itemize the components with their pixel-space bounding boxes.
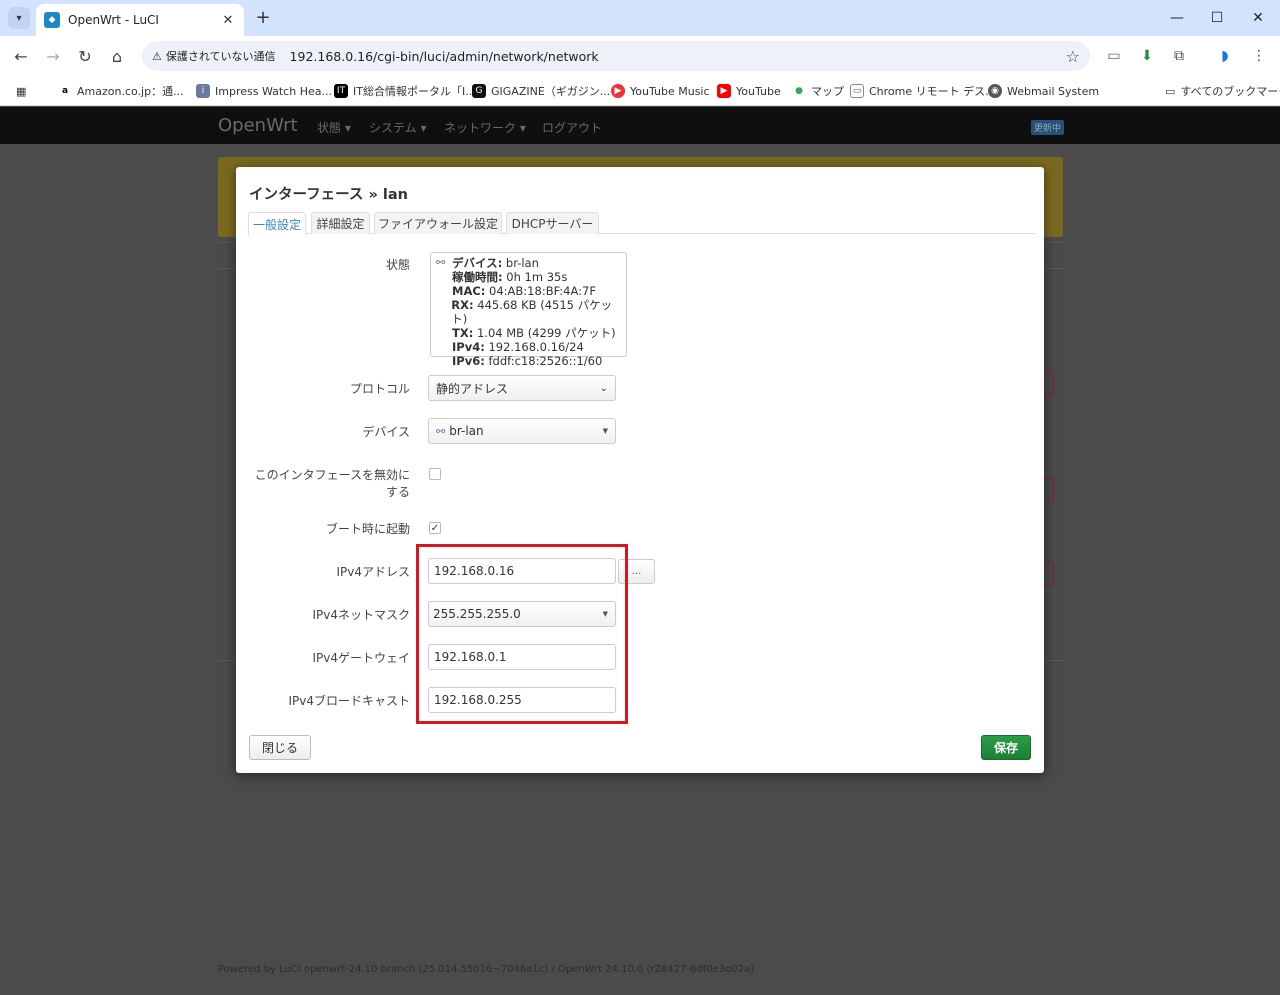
- youtube-icon: ▶: [717, 84, 731, 98]
- amazon-icon: a: [58, 84, 72, 98]
- tab-search-icon[interactable]: ▾: [8, 7, 30, 29]
- device-select[interactable]: ⚯ br-lan ▼: [428, 418, 616, 444]
- extensions-icon[interactable]: ⧉: [1169, 46, 1189, 66]
- tab-close-icon[interactable]: ✕: [220, 13, 236, 28]
- interface-modal: インターフェース » lan 一般設定 詳細設定 ファイアウォール設定 DHCP…: [236, 167, 1044, 773]
- modal-title: インターフェース » lan: [249, 187, 408, 203]
- maps-pin-icon: ●: [792, 84, 806, 98]
- status-box: ⚯ デバイス: br-lan 稼働時間: 0h 1m 35s MAC: 04:AB…: [430, 252, 627, 368]
- remote-desktop-icon: ▭: [850, 84, 864, 98]
- bookmark-youtube[interactable]: ▶ YouTube: [717, 82, 781, 100]
- minimize-icon[interactable]: —: [1157, 0, 1197, 36]
- bookmark-youtube-music[interactable]: ▶ YouTube Music: [611, 82, 710, 100]
- bookmark-maps[interactable]: ● マップ: [792, 82, 844, 100]
- bg-delete-button: [1044, 371, 1054, 395]
- close-button[interactable]: 閉じる: [249, 735, 311, 760]
- menu-logout[interactable]: ログアウト: [542, 119, 602, 136]
- tab-dhcp[interactable]: DHCPサーバー: [506, 212, 599, 234]
- boot-label: ブート時に起動: [325, 522, 410, 536]
- tab-general[interactable]: 一般設定: [248, 212, 306, 235]
- netmask-label: IPv4ネットマスク: [312, 608, 410, 622]
- maximize-icon[interactable]: ☐: [1197, 0, 1237, 36]
- protocol-value: 静的アドレス: [436, 381, 509, 396]
- menu-status[interactable]: 状態 ▾: [317, 119, 351, 136]
- bookmark-impress[interactable]: i Impress Watch Hea...: [196, 82, 332, 100]
- tab-firewall[interactable]: ファイアウォール設定: [374, 212, 502, 234]
- save-button[interactable]: 保存: [981, 735, 1031, 760]
- browser-toolbar: ← → ↻ ⌂ ⚠ 保護されていない通信 192.168.0.16/cgi-bin…: [0, 36, 1280, 76]
- protocol-select[interactable]: 静的アドレス ⌄: [428, 375, 616, 401]
- page-footer: Powered by LuCI openwrt-24.10 branch (25…: [218, 964, 755, 975]
- itmedia-icon: IT: [334, 84, 348, 98]
- forward-icon[interactable]: →: [41, 44, 65, 68]
- menu-system[interactable]: システム ▾: [369, 119, 426, 136]
- security-indicator[interactable]: ⚠ 保護されていない通信: [152, 48, 290, 64]
- bookmark-itmedia[interactable]: IT IT総合情報ポータル「I...: [334, 82, 476, 100]
- profile-icon[interactable]: ◗: [1215, 46, 1235, 66]
- bg-delete-button: [1044, 478, 1054, 502]
- new-tab-button[interactable]: +: [252, 8, 274, 30]
- status-label: 状態: [385, 258, 410, 272]
- boot-checkbox[interactable]: ✓: [429, 522, 441, 534]
- openwrt-favicon-icon: ◆: [44, 12, 60, 28]
- bookmarks-bar: ▦ a Amazon.co.jp：通... i Impress Watch Hea.…: [0, 76, 1280, 106]
- gigazine-icon: G: [472, 84, 486, 98]
- gateway-label: IPv4ゲートウェイ: [312, 651, 410, 665]
- menu-kebab-icon[interactable]: ⋮: [1249, 46, 1269, 66]
- disable-checkbox[interactable]: [429, 468, 441, 480]
- url-text[interactable]: 192.168.0.16/cgi-bin/luci/admin/network/…: [290, 49, 599, 64]
- device-value: br-lan: [449, 424, 484, 438]
- bookmark-amazon[interactable]: a Amazon.co.jp：通...: [58, 82, 184, 100]
- home-icon[interactable]: ⌂: [105, 44, 129, 68]
- youtube-music-icon: ▶: [611, 84, 625, 98]
- ipv4-address-label: IPv4アドレス: [336, 565, 410, 579]
- bookmark-webmail[interactable]: ◉ Webmail System: [988, 82, 1099, 100]
- bookmark-star-icon[interactable]: ☆: [1066, 47, 1080, 66]
- bookmark-gigazine[interactable]: G GIGAZINE（ギガジン...: [472, 82, 610, 100]
- tab-title: OpenWrt - LuCI: [68, 13, 159, 27]
- cast-icon[interactable]: ▭: [1104, 46, 1124, 66]
- browser-tab[interactable]: ◆ OpenWrt - LuCI ✕: [36, 4, 244, 36]
- bg-delete-button: [1044, 561, 1054, 585]
- browser-titlebar: ▾ ◆ OpenWrt - LuCI ✕ + — ☐ ✕: [0, 0, 1280, 36]
- luci-navbar: OpenWrt 状態 ▾ システム ▾ ネットワーク ▾ ログアウト 更新中: [0, 107, 1280, 144]
- menu-network[interactable]: ネットワーク ▾: [444, 119, 526, 136]
- folder-icon: ▭: [1165, 84, 1176, 98]
- security-label: 保護されていない通信: [165, 50, 276, 63]
- chevron-down-icon: ⌄: [599, 382, 608, 394]
- impress-icon: i: [196, 84, 210, 98]
- checkmark-icon: ✓: [430, 522, 440, 534]
- window-close-icon[interactable]: ✕: [1238, 0, 1278, 36]
- apps-grid-icon[interactable]: ▦: [16, 82, 26, 100]
- modal-tabs: 一般設定 詳細設定 ファイアウォール設定 DHCPサーバー: [248, 212, 1036, 235]
- luci-brand[interactable]: OpenWrt: [218, 115, 298, 136]
- reload-icon[interactable]: ↻: [73, 44, 97, 68]
- network-device-icon: ⚯: [436, 424, 446, 438]
- tab-advanced[interactable]: 詳細設定: [311, 212, 370, 234]
- bookmark-chrome-remote[interactable]: ▭ Chrome リモート デス...: [850, 82, 996, 100]
- network-device-icon: ⚯: [436, 256, 446, 269]
- back-icon[interactable]: ←: [9, 44, 33, 68]
- download-icon[interactable]: ⬇: [1137, 46, 1157, 66]
- all-bookmarks[interactable]: ▭ すべてのブックマーク: [1165, 82, 1280, 100]
- device-label: デバイス: [362, 425, 410, 439]
- globe-icon: ◉: [988, 84, 1002, 98]
- broadcast-label: IPv4ブロードキャスト: [288, 694, 410, 708]
- address-bar[interactable]: ⚠ 保護されていない通信 192.168.0.16/cgi-bin/luci/ad…: [142, 41, 1090, 71]
- warning-icon: ⚠: [152, 49, 162, 63]
- update-badge: 更新中: [1031, 120, 1065, 135]
- protocol-label: プロトコル: [349, 382, 410, 396]
- disable-label: このインタフェースを無効に する: [254, 468, 410, 499]
- dropdown-arrow-icon: ▼: [602, 427, 608, 435]
- annotation-highlight-box: [416, 544, 628, 724]
